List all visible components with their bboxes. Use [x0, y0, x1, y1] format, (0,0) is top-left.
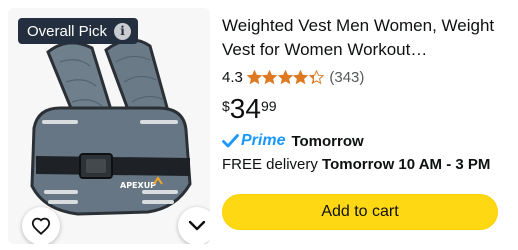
- overall-pick-label: Overall Pick: [27, 22, 108, 40]
- prime-check-icon: [222, 134, 239, 148]
- price: $ 34 99: [222, 93, 277, 127]
- favorite-button[interactable]: [22, 207, 60, 244]
- product-title[interactable]: Weighted Vest Men Women, Weight Vest for…: [222, 14, 510, 62]
- rating-value: 4.3: [222, 68, 243, 86]
- star-partial-icon: [308, 69, 324, 84]
- star-rating: [246, 69, 325, 85]
- star-full-icon: [262, 69, 278, 84]
- delivery-info: FREE delivery Tomorrow 10 AM - 3 PM: [222, 156, 490, 173]
- add-to-cart-button[interactable]: Add to cart: [222, 194, 498, 230]
- more-options-button[interactable]: [178, 207, 210, 244]
- star-full-icon: [246, 69, 262, 84]
- rating-row[interactable]: 4.3 (343): [222, 67, 364, 87]
- product-title-line[interactable]: Weighted Vest Men Women, Weight: [222, 14, 510, 38]
- delivery-window: Tomorrow 10 AM - 3 PM: [322, 156, 491, 173]
- price-whole: 34: [229, 93, 261, 124]
- product-card: APEXUP Overall Pick i Weighted Vest Men …: [0, 0, 518, 250]
- product-title-line[interactable]: Vest for Women Workout…: [222, 38, 510, 62]
- product-details: Weighted Vest Men Women, Weight Vest for…: [222, 0, 512, 250]
- price-fraction: 99: [260, 98, 277, 114]
- heart-icon: [31, 217, 51, 235]
- prime-label: Prime: [241, 132, 286, 149]
- price-symbol: $: [222, 98, 230, 114]
- prime-eta: Tomorrow: [291, 132, 364, 150]
- info-icon[interactable]: i: [114, 22, 132, 40]
- overall-pick-badge[interactable]: Overall Pick i: [18, 18, 139, 44]
- star-full-icon: [277, 69, 293, 84]
- review-count[interactable]: (343): [329, 69, 364, 86]
- chevron-down-icon: [188, 220, 206, 231]
- star-full-icon: [293, 69, 309, 84]
- product-image-panel[interactable]: APEXUP Overall Pick i: [8, 8, 210, 244]
- svg-text:APEXUP: APEXUP: [120, 181, 156, 190]
- delivery-prefix: FREE delivery: [222, 156, 318, 173]
- prime-delivery: Prime Tomorrow: [222, 131, 364, 151]
